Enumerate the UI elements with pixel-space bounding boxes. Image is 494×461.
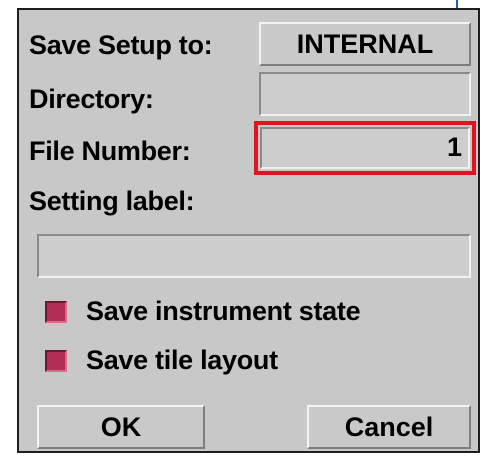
save-setup-dialog: Save Setup to: INTERNAL Directory: File …	[17, 8, 480, 453]
setting-label-field[interactable]	[37, 234, 471, 278]
save-setup-target-button[interactable]: INTERNAL	[259, 22, 471, 66]
ok-button[interactable]: OK	[37, 405, 205, 449]
directory-field[interactable]	[259, 72, 471, 116]
save-instrument-state-label: Save instrument state	[86, 296, 361, 326]
save-setup-label: Save Setup to:	[29, 30, 213, 60]
setting-label-label: Setting label:	[29, 186, 195, 216]
cancel-button[interactable]: Cancel	[307, 405, 471, 449]
save-instrument-state-checkbox[interactable]	[45, 301, 67, 323]
file-number-field[interactable]: 1	[260, 127, 470, 169]
save-tile-layout-label: Save tile layout	[86, 345, 278, 375]
file-number-label: File Number:	[29, 136, 191, 166]
directory-label: Directory:	[29, 84, 154, 114]
save-tile-layout-checkbox[interactable]	[45, 350, 67, 372]
